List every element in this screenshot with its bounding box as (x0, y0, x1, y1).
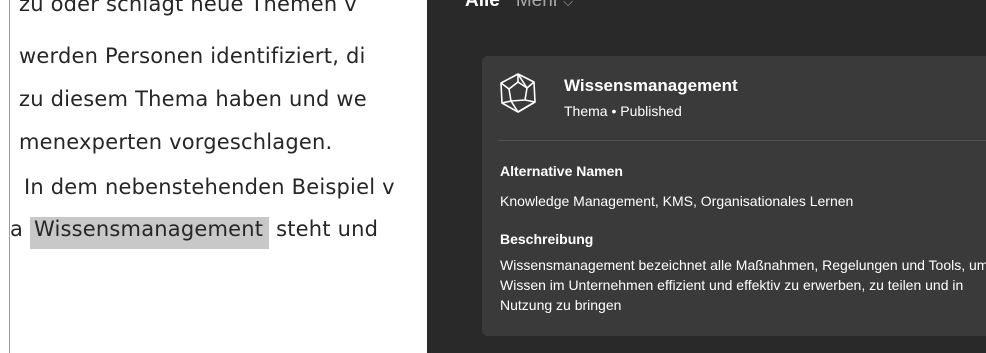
topic-subtitle: Thema • Published (564, 103, 682, 119)
card-divider (498, 140, 986, 141)
line-prefix: a (10, 217, 30, 241)
tab-all[interactable]: Alle (465, 0, 500, 11)
document-line-2: werden Personen identifiziert, di (19, 44, 366, 68)
document-area: zu oder schlägt neue Themen v werden Per… (0, 0, 440, 353)
alt-names-text: Knowledge Management, KMS, Organisationa… (500, 193, 854, 209)
panel-tabs: Alle Mehr ⌵ (465, 0, 573, 12)
document-line-4: menexperten vorgeschlagen. (19, 130, 333, 154)
tab-more[interactable]: Mehr ⌵ (516, 0, 573, 11)
document-line-5: In dem nebenstehenden Beispiel v (24, 175, 395, 199)
alt-names-heading: Alternative Namen (500, 163, 623, 179)
description-text: Wissensmanagement bezeichnet alle Maßnah… (500, 257, 986, 313)
tab-more-label: Mehr (515, 0, 560, 11)
document-line-1: zu oder schlägt neue Themen v (19, 0, 357, 16)
chevron-down-icon: ⌵ (563, 0, 574, 9)
highlighted-term[interactable]: Wissensmanagement (29, 217, 270, 249)
topic-panel: Alle Mehr ⌵ Wissensmanagement Thema • Publ… (427, 0, 986, 353)
document-line-3: zu diesem Thema haben und we (19, 87, 367, 111)
topic-title[interactable]: Wissensmanagement (564, 76, 738, 96)
topic-card[interactable]: Wissensmanagement Thema • Published Alte… (482, 56, 986, 336)
hexagon-knowledge-icon (500, 73, 536, 113)
document-line-6: a Wissensmanagement steht und (10, 217, 379, 249)
page-margin-line (9, 0, 10, 353)
description-heading: Beschreibung (500, 231, 594, 247)
line-suffix: steht und (269, 217, 379, 241)
